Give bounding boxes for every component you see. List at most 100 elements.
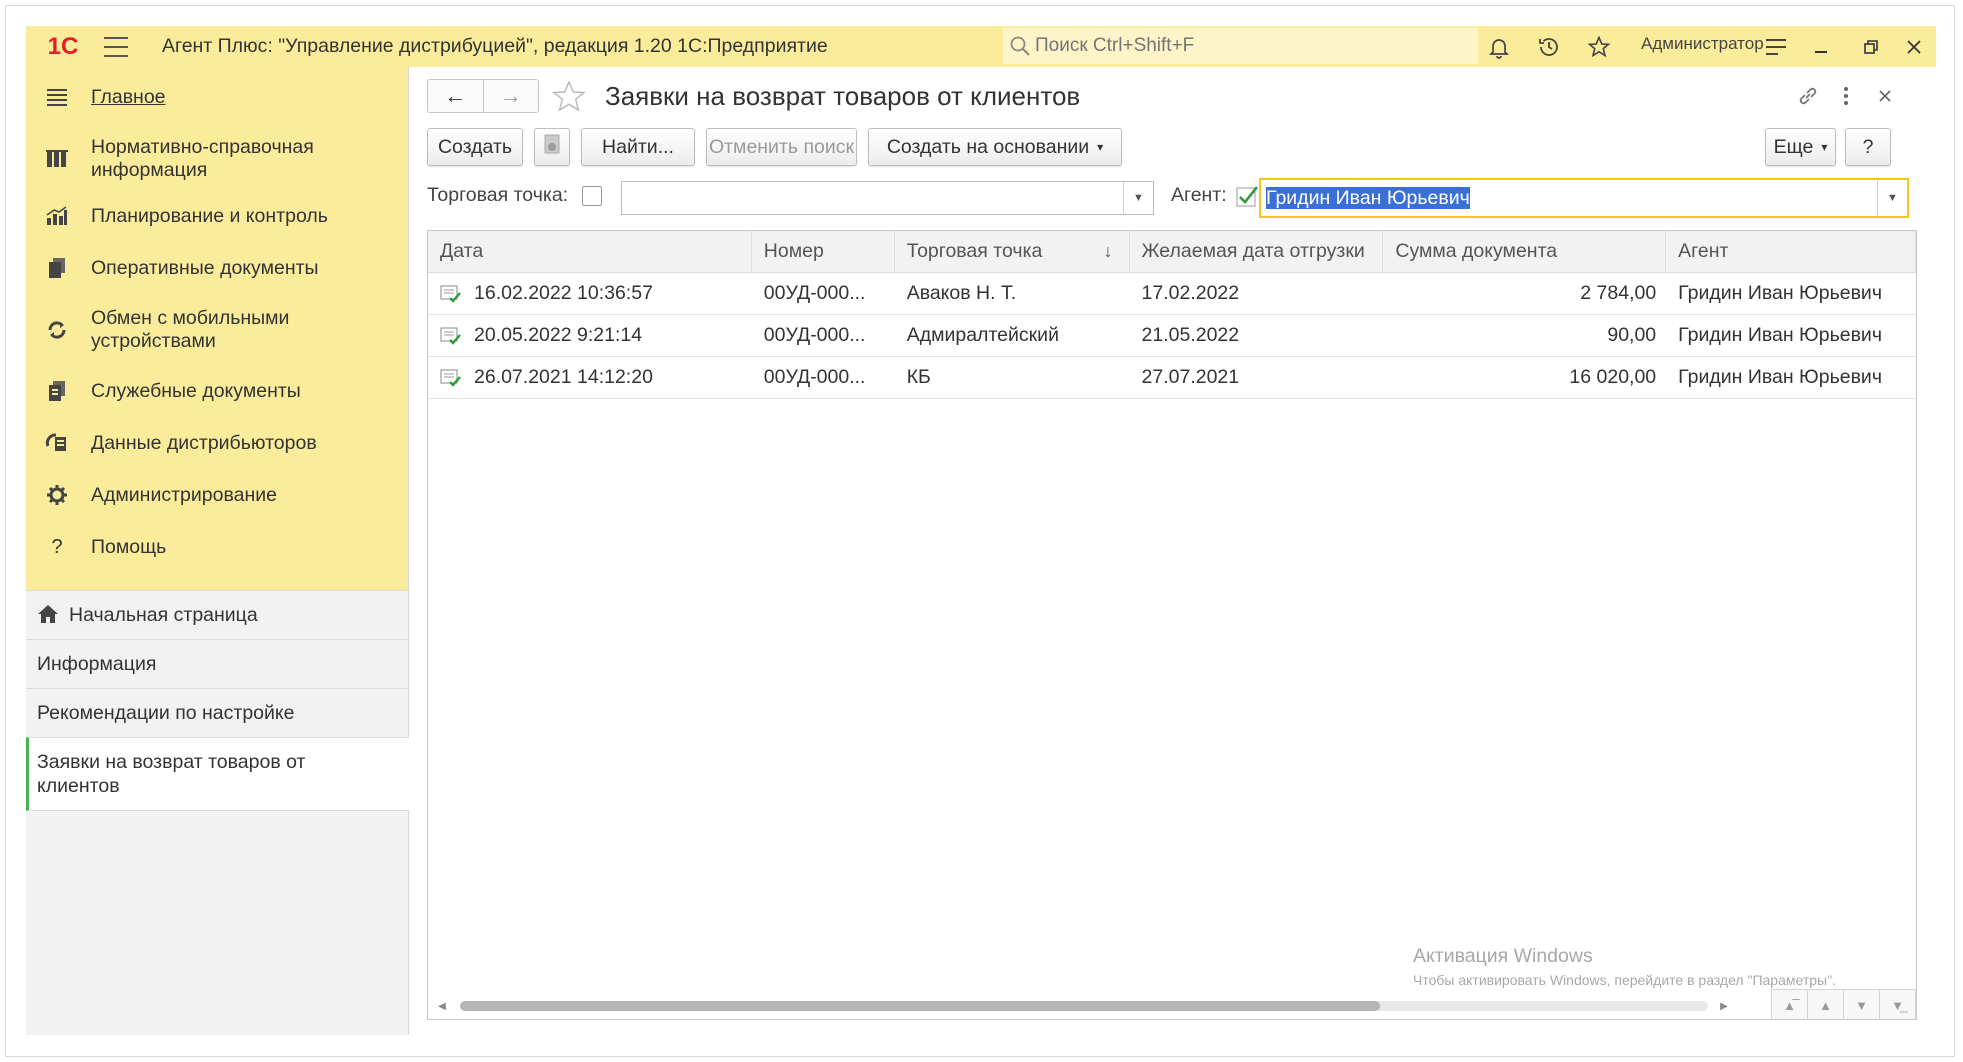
form-area: ← → Заявки на возврат товаров от клиенто… (409, 67, 1936, 1035)
sidebar-item-main[interactable]: Главное (26, 75, 408, 119)
outlet-filter-label: Торговая точка: (427, 184, 569, 206)
cell-text: 20.05.2022 9:21:14 (474, 324, 643, 346)
favorites-star-icon[interactable] (1584, 32, 1614, 62)
cell-shipping-date: 27.07.2021 (1141, 366, 1240, 388)
agent-filter-field[interactable]: Гридин Иван Юрьевич ▼ (1259, 178, 1909, 218)
table-row[interactable]: 20.05.2022 9:21:14 00УД-000... Адмиралте… (428, 315, 1916, 357)
form-title: Заявки на возврат товаров от клиентов (605, 81, 1081, 111)
scroll-thumb[interactable] (460, 1001, 1380, 1011)
sidebar-item-label: Данные дистрибьюторов (91, 431, 317, 454)
more-actions-icon[interactable] (1833, 83, 1859, 109)
agent-filter-checkbox[interactable] (1236, 186, 1259, 207)
cell-shipping-date: 21.05.2022 (1141, 324, 1240, 346)
column-header-amount[interactable]: Сумма документа (1383, 231, 1667, 272)
open-window-label: Начальная страница (69, 604, 258, 626)
distributor-icon (45, 431, 69, 455)
go-to-first-icon[interactable]: ▲̅ (1772, 990, 1808, 1019)
settings-menu-icon[interactable] (1761, 32, 1791, 62)
sidebar: Главное Нормативно-справочная информация… (26, 67, 409, 1035)
cell-date: 20.05.2022 9:21:14 (428, 315, 752, 356)
create-based-on-label: Создать на основании (886, 135, 1090, 158)
documents-icon (45, 256, 69, 280)
global-search[interactable] (1003, 28, 1478, 64)
go-to-last-icon[interactable]: ▼̲ (1880, 990, 1916, 1019)
sidebar-item-administration[interactable]: Администрирование (26, 473, 408, 517)
column-header-agent[interactable]: Агент (1666, 231, 1916, 272)
chart-icon (45, 204, 69, 228)
more-button[interactable]: Еще ▾ (1765, 128, 1836, 166)
restore-icon[interactable] (1856, 32, 1886, 62)
back-arrow-icon[interactable]: ← (428, 80, 484, 112)
forward-arrow-icon[interactable]: → (484, 80, 539, 112)
chevron-down-icon[interactable]: ▼ (1877, 180, 1907, 216)
app-title: Агент Плюс: "Управление дистрибуцией", р… (162, 35, 828, 57)
open-window-home[interactable]: Начальная страница (26, 590, 409, 639)
sidebar-item-help[interactable]: ? Помощь (26, 525, 408, 569)
help-icon: ? (51, 535, 63, 558)
open-windows-list: Начальная страница Информация Рекомендац… (26, 590, 409, 811)
table-row[interactable]: 16.02.2022 10:36:57 00УД-000... Аваков Н… (428, 273, 1916, 315)
sidebar-item-reference[interactable]: Нормативно-справочная информация (26, 127, 408, 190)
cell-number: 00УД-000... (763, 282, 866, 304)
column-header-number[interactable]: Номер (752, 231, 895, 272)
sidebar-item-label: Главное (91, 85, 166, 108)
sidebar-item-label: Планирование и контроль (91, 204, 328, 227)
sidebar-item-label: Помощь (91, 535, 167, 558)
cell-number: 00УД-000... (763, 366, 866, 388)
link-icon[interactable] (1795, 83, 1821, 109)
sidebar-item-service-docs[interactable]: Служебные документы (26, 369, 408, 413)
cell-amount: 90,00 (1607, 324, 1657, 346)
cell-agent: Гридин Иван Юрьевич (1678, 366, 1882, 388)
open-window-recommendations[interactable]: Рекомендации по настройке (26, 688, 409, 737)
sidebar-item-distributors[interactable]: Данные дистрибьюторов (26, 421, 408, 465)
chevron-down-icon: ▾ (1821, 140, 1828, 154)
cancel-search-button[interactable]: Отменить поиск (706, 128, 857, 166)
agent-filter-value-wrap[interactable]: Гридин Иван Юрьевич (1261, 186, 1877, 210)
outlet-filter-checkbox[interactable] (582, 186, 602, 206)
sidebar-item-operational-docs[interactable]: Оперативные документы (26, 246, 408, 290)
main-menu-icon[interactable] (104, 36, 128, 57)
posted-document-icon (440, 326, 462, 346)
menu-icon (45, 85, 69, 109)
page-down-icon[interactable]: ▼ (1844, 990, 1880, 1019)
sidebar-item-label: Нормативно-справочная информация (91, 135, 314, 181)
cell-amount: 16 020,00 (1569, 366, 1657, 388)
chevron-down-icon[interactable]: ▼ (1123, 182, 1153, 214)
help-button[interactable]: ? (1845, 128, 1891, 166)
gear-icon (45, 483, 69, 507)
outlet-filter-field[interactable]: ▼ (621, 181, 1154, 215)
page-up-icon[interactable]: ▲ (1808, 990, 1844, 1019)
scroll-left-icon[interactable]: ◀ (428, 1001, 456, 1012)
list-navigation: ▲̅ ▲ ▼ ▼̲ (1771, 989, 1916, 1019)
posted-document-icon (440, 368, 462, 388)
navigation-buttons: ← → (427, 79, 539, 113)
create-based-on-button[interactable]: Создать на основании ▾ (868, 128, 1122, 166)
history-icon[interactable] (1534, 32, 1564, 62)
chevron-down-icon: ▾ (1097, 140, 1104, 154)
search-input[interactable] (1035, 35, 1455, 57)
add-to-favorites-star-icon[interactable] (551, 79, 587, 115)
column-header-outlet[interactable]: Торговая точка ↓ (895, 231, 1130, 272)
find-button[interactable]: Найти... (581, 128, 695, 166)
cell-number: 00УД-000... (763, 324, 866, 346)
create-button[interactable]: Создать (427, 128, 523, 166)
open-window-current[interactable]: Заявки на возврат товаров от клиентов (26, 737, 409, 811)
minimize-icon[interactable] (1806, 32, 1836, 62)
scroll-track[interactable] (460, 1001, 1708, 1011)
sidebar-item-mobile-exchange[interactable]: Обмен с мобильными устройствами (26, 298, 408, 361)
copy-document-button[interactable] (534, 128, 570, 166)
column-header-date[interactable]: Дата (428, 231, 752, 272)
agent-filter-value[interactable]: Гридин Иван Юрьевич (1266, 186, 1470, 209)
sidebar-item-planning[interactable]: Планирование и контроль (26, 194, 408, 238)
notifications-bell-icon[interactable] (1484, 32, 1514, 62)
column-header-shipping-date[interactable]: Желаемая дата отгрузки (1130, 231, 1384, 272)
scroll-right-icon[interactable]: ▶ (1710, 1001, 1738, 1012)
horizontal-scrollbar[interactable]: ◀ ▶ (428, 993, 1916, 1019)
close-form-icon[interactable] (1872, 83, 1898, 109)
cell-agent: Гридин Иван Юрьевич (1678, 282, 1882, 304)
open-window-info[interactable]: Информация (26, 639, 409, 688)
user-name[interactable]: Администратор (1641, 34, 1764, 54)
table-row[interactable]: 26.07.2021 14:12:20 00УД-000... КБ 27.07… (428, 357, 1916, 399)
service-docs-icon (45, 379, 69, 403)
close-app-icon[interactable] (1899, 32, 1929, 62)
